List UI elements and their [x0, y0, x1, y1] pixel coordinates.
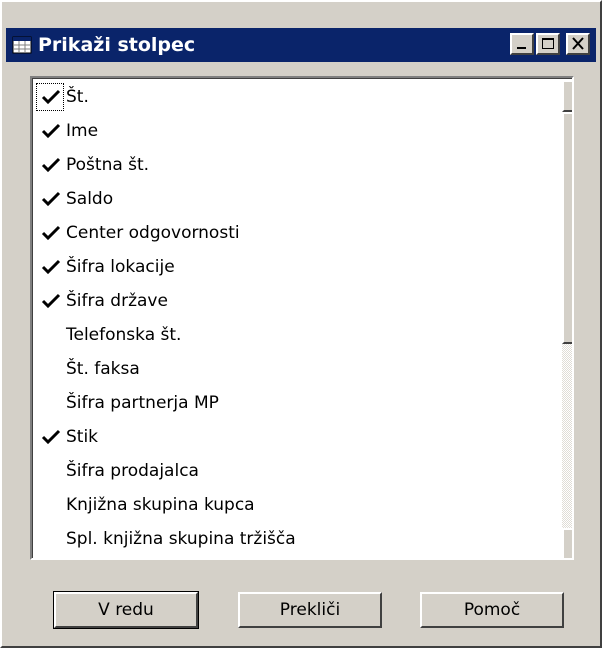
column-item[interactable]: Poštna št. — [32, 148, 564, 182]
minimize-icon — [517, 47, 526, 49]
arrow-up-icon — [564, 82, 574, 110]
column-item-label: Center odgovornosti — [66, 223, 240, 243]
column-item-label: Stik — [66, 427, 99, 447]
column-item[interactable]: Št. — [32, 80, 564, 114]
column-item-label: Saldo — [66, 189, 114, 209]
column-item-label: Telefonska št. — [66, 325, 182, 345]
column-item-label: Šifra partnerja MP — [66, 393, 219, 413]
column-item[interactable]: Telefonska št. — [32, 318, 564, 352]
column-item[interactable]: Šifra lokacije — [32, 250, 564, 284]
column-item-label: Št. faksa — [66, 359, 140, 379]
column-item[interactable]: Saldo — [32, 182, 564, 216]
column-item-label: Šifra države — [66, 291, 168, 311]
arrow-down-icon — [564, 530, 574, 558]
scroll-up-button[interactable] — [562, 80, 574, 112]
column-item[interactable]: Šifra prodajalca — [32, 454, 564, 488]
column-item-label: Šifra lokacije — [66, 257, 175, 277]
column-item-label: Ime — [66, 121, 99, 141]
maximize-button[interactable] — [536, 33, 560, 55]
table-icon — [12, 36, 32, 54]
scroll-down-button[interactable] — [562, 528, 574, 558]
column-item-label: Šifra prodajalca — [66, 461, 199, 481]
minimize-button[interactable] — [510, 33, 534, 55]
column-item[interactable]: Ime — [32, 114, 564, 148]
checkmark-icon — [41, 259, 61, 275]
column-item[interactable]: Stik — [32, 420, 564, 454]
column-item[interactable]: Šifra države — [32, 284, 564, 318]
close-icon — [572, 37, 584, 50]
column-item[interactable]: Center odgovornosti — [32, 216, 564, 250]
column-item[interactable]: Spl. knjižna skupina tržišča — [32, 522, 564, 556]
vertical-scrollbar[interactable] — [562, 80, 574, 558]
checkmark-icon — [41, 191, 61, 207]
checkmark-icon — [41, 123, 61, 139]
close-button[interactable] — [566, 33, 590, 55]
ok-button[interactable]: V redu — [53, 591, 199, 629]
column-item-label: Knjižna skupina kupca — [66, 495, 255, 515]
scroll-thumb[interactable] — [562, 112, 572, 344]
checkmark-icon — [41, 157, 61, 173]
column-item[interactable]: Št. faksa — [32, 352, 564, 386]
checkmark-icon — [41, 429, 61, 445]
column-item-label: Št. — [66, 87, 89, 107]
help-button[interactable]: Pomoč — [420, 592, 564, 628]
checkmark-icon — [41, 225, 61, 241]
cancel-button[interactable]: Prekliči — [238, 592, 382, 628]
column-item[interactable]: Šifra partnerja MP — [32, 386, 564, 420]
maximize-icon — [542, 38, 554, 49]
column-item-label: Poštna št. — [66, 155, 150, 175]
show-column-dialog: Prikaži stolpec Št. Ime Poštna št. Saldo Cen… — [0, 0, 602, 648]
window-title: Prikaži stolpec — [38, 34, 196, 56]
checkmark-icon — [41, 89, 61, 105]
column-item-label: Spl. knjižna skupina tržišča — [66, 529, 296, 549]
title-bar[interactable]: Prikaži stolpec — [6, 28, 596, 62]
column-item[interactable]: Knjižna skupina kupca — [32, 488, 564, 522]
column-list[interactable]: Št. Ime Poštna št. Saldo Center odgovornosti… — [30, 76, 574, 560]
checkmark-icon — [41, 293, 61, 309]
